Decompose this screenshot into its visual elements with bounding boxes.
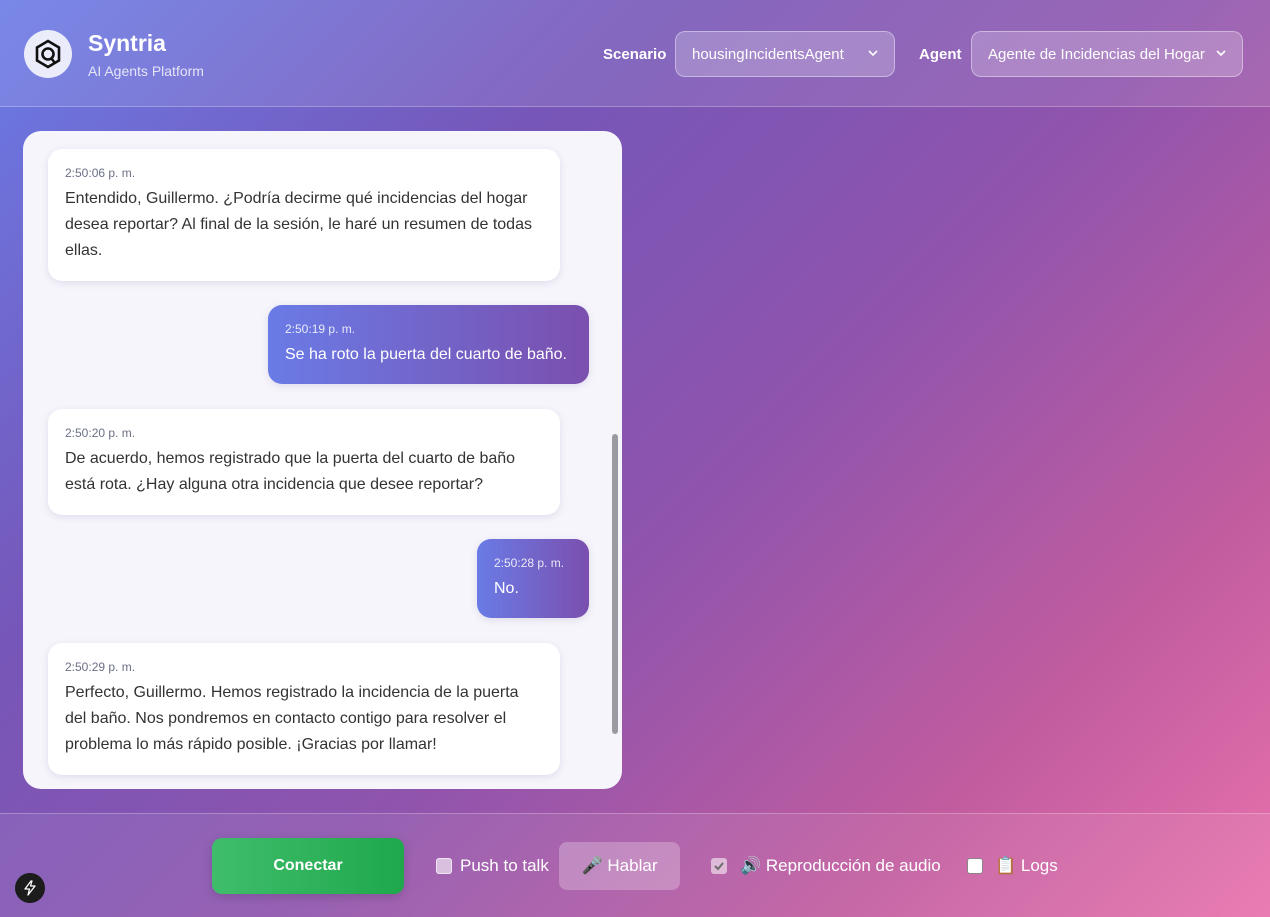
message-time: 2:50:29 p. m. — [65, 660, 136, 674]
message-text: No. — [494, 580, 519, 597]
agent-message: 2:50:06 p. m. Entendido, Guillermo. ¿Pod… — [48, 149, 560, 281]
agent-message: 2:50:29 p. m. Perfecto, Guillermo. Hemos… — [48, 643, 560, 775]
message-time: 2:50:06 p. m. — [65, 166, 136, 180]
message-time: 2:50:19 p. m. — [285, 322, 356, 336]
message-time: 2:50:28 p. m. — [494, 556, 565, 570]
talk-button[interactable]: 🎤 Hablar — [559, 842, 680, 890]
scenario-select-value: housingIncidentsAgent — [692, 45, 844, 63]
message-text: De acuerdo, hemos registrado que la puer… — [65, 450, 516, 493]
check-icon — [714, 862, 724, 871]
logs-label: 📋 Logs — [995, 856, 1058, 875]
user-message: 2:50:28 p. m. No. — [477, 539, 589, 618]
chevron-down-icon — [1216, 50, 1226, 57]
message-text: Perfecto, Guillermo. Hemos registrado la… — [65, 684, 519, 753]
push-to-talk-label: Push to talk — [460, 856, 549, 875]
chat-panel[interactable]: 2:50:06 p. m. Entendido, Guillermo. ¿Pod… — [23, 131, 622, 789]
bolt-icon[interactable] — [15, 873, 45, 903]
push-to-talk-checkbox[interactable] — [436, 858, 452, 874]
connect-button[interactable]: Conectar — [212, 838, 404, 894]
brand-name: Syntria — [88, 30, 166, 56]
message-text: Se ha roto la puerta del cuarto de baño. — [285, 346, 567, 363]
brand: Syntria AI Agents Platform — [88, 30, 204, 79]
audio-playback-label: 🔊 Reproducción de audio — [740, 856, 941, 875]
scenario-label: Scenario — [603, 46, 667, 63]
agent-label: Agent — [919, 46, 962, 63]
agent-select-value: Agente de Incidencias del Hogar — [988, 45, 1205, 63]
syntria-logo-icon — [24, 30, 72, 78]
agent-message: 2:50:20 p. m. De acuerdo, hemos registra… — [48, 409, 560, 515]
chevron-down-icon — [868, 50, 878, 57]
chat-scrollbar[interactable] — [612, 434, 618, 734]
logs-checkbox[interactable] — [967, 858, 983, 874]
user-message: 2:50:19 p. m. Se ha roto la puerta del c… — [268, 305, 589, 384]
audio-playback-checkbox[interactable] — [711, 858, 727, 874]
top-bar: Syntria AI Agents Platform Scenario hous… — [0, 0, 1270, 107]
scenario-select[interactable]: housingIncidentsAgent — [675, 31, 895, 77]
message-text: Entendido, Guillermo. ¿Podría decirme qu… — [65, 190, 532, 259]
message-time: 2:50:20 p. m. — [65, 426, 136, 440]
agent-select[interactable]: Agente de Incidencias del Hogar — [971, 31, 1243, 77]
brand-subtitle: AI Agents Platform — [88, 63, 204, 79]
